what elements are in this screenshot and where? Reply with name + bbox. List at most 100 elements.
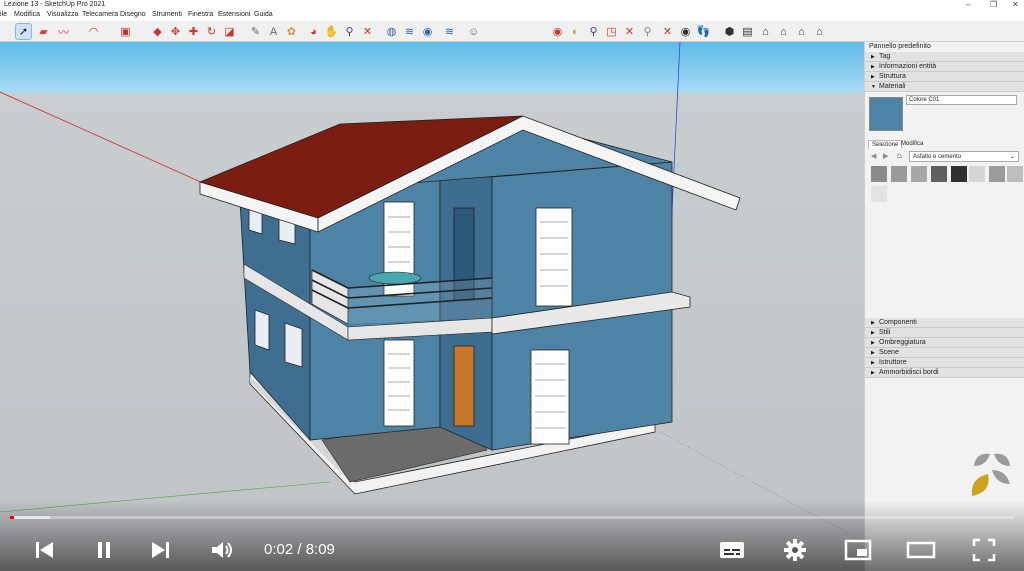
menu-disegno[interactable]: Disegno — [120, 11, 146, 18]
settings-button[interactable] — [779, 534, 811, 566]
menu-guida[interactable]: Guida — [254, 11, 273, 18]
time-display: 0:02 / 8:09 — [264, 541, 335, 558]
arc-tool-icon[interactable]: ◠ — [86, 24, 101, 39]
section-label: Materiali — [879, 83, 906, 90]
orbit-view-icon[interactable]: ◐ — [568, 24, 583, 39]
section-materials[interactable]: ▼ Materiali — [865, 82, 1024, 92]
zoom-window-icon[interactable]: ◳ — [604, 24, 619, 39]
tray-title: Pannello predefinito — [865, 42, 1024, 52]
layout-send-icon[interactable]: ◉ — [420, 24, 435, 39]
material-swatch[interactable] — [951, 166, 967, 182]
material-swatch[interactable] — [1007, 166, 1023, 182]
pushpull-tool-icon[interactable]: ◆ — [150, 24, 165, 39]
material-swatch[interactable] — [891, 166, 907, 182]
minimize-icon[interactable]: – — [966, 0, 970, 9]
left-view-icon[interactable]: ⌂ — [812, 24, 827, 39]
progress-buffered — [10, 516, 51, 519]
material-swatch[interactable] — [871, 186, 887, 202]
select-tool-icon[interactable]: ➚ — [15, 23, 32, 40]
walk-icon[interactable]: 👣 — [696, 24, 711, 39]
section-styles[interactable]: ▶ Stili — [865, 328, 1024, 338]
user-account-icon[interactable]: ☺ — [466, 24, 481, 39]
rotate-tool-icon[interactable]: ↻ — [204, 24, 219, 39]
move-tool-icon[interactable]: ✥ — [168, 24, 183, 39]
previous-view-icon[interactable]: ⚲ — [640, 24, 655, 39]
pan-tool-icon[interactable]: ✋ — [324, 24, 339, 39]
scale-tool-icon[interactable]: ◪ — [222, 24, 237, 39]
menu-telecamera[interactable]: Telecamera — [82, 11, 118, 18]
theater-mode-button[interactable] — [905, 534, 937, 566]
library-select[interactable]: Asfalto e cemento ⌄ — [909, 151, 1019, 162]
shape-tool-icon[interactable]: ▣ — [118, 24, 133, 39]
section-label: Informazioni entità — [879, 63, 937, 70]
menu-strumenti[interactable]: Strumenti — [152, 11, 182, 18]
material-swatch[interactable] — [969, 166, 985, 182]
menu-finestra[interactable]: Finestra — [188, 11, 213, 18]
section-shadows[interactable]: ▶ Ombreggiatura — [865, 338, 1024, 348]
material-swatch[interactable] — [931, 166, 947, 182]
warehouse-tool-icon[interactable]: ◍ — [384, 24, 399, 39]
paint-tool-icon[interactable]: ✿ — [284, 24, 299, 39]
previous-video-button[interactable] — [28, 534, 60, 566]
next-video-button[interactable] — [145, 534, 177, 566]
menu-visualizza[interactable]: Visualizza — [47, 11, 78, 18]
eraser-tool-icon[interactable]: ▰ — [36, 24, 51, 39]
section-scenes[interactable]: ▶ Scene — [865, 348, 1024, 358]
top-view-icon[interactable]: ▤ — [740, 24, 755, 39]
section-plane-icon[interactable]: ◉ — [550, 24, 565, 39]
section-components[interactable]: ▶ Componenti — [865, 318, 1024, 328]
subtitles-button[interactable] — [716, 534, 748, 566]
right-view-icon[interactable]: ⌂ — [776, 24, 791, 39]
iso-view-icon[interactable]: ⬢ — [722, 24, 737, 39]
text-tool-icon[interactable]: A — [266, 24, 281, 39]
look-around-icon[interactable]: ◉ — [678, 24, 693, 39]
progress-bar[interactable] — [10, 516, 1014, 519]
followme-tool-icon[interactable]: ✚ — [186, 24, 201, 39]
section-label: Ammorbidisci bordi — [879, 369, 939, 376]
restore-icon[interactable]: ❐ — [990, 0, 997, 9]
zoom-view-icon[interactable]: ⚲ — [586, 24, 601, 39]
menu-bar: ile Modifica Visualizza Telecamera Diseg… — [0, 10, 1024, 21]
channel-logo — [971, 453, 1010, 496]
mute-button[interactable] — [207, 534, 239, 566]
forward-arrow-icon[interactable]: ▶ — [883, 152, 888, 160]
material-swatch[interactable] — [871, 166, 887, 182]
model-viewport[interactable] — [0, 42, 864, 571]
section-soften-edges[interactable]: ▶ Ammorbidisci bordi — [865, 368, 1024, 378]
tape-tool-icon[interactable]: ✎ — [248, 24, 263, 39]
section-instructor[interactable]: ▶ Istruttore — [865, 358, 1024, 368]
skip-back-icon — [36, 542, 53, 558]
section-tag[interactable]: ▶ Tag — [865, 52, 1024, 62]
gear-icon — [784, 539, 806, 561]
tab-edit[interactable]: Modifica — [898, 140, 926, 149]
pause-button[interactable] — [88, 534, 120, 566]
back-view-icon[interactable]: ⌂ — [794, 24, 809, 39]
miniplayer-button[interactable] — [842, 534, 874, 566]
material-name-field[interactable]: Colore C01 — [906, 95, 1017, 105]
position-camera-icon[interactable]: ✕ — [660, 24, 675, 39]
skip-forward-icon — [152, 542, 169, 558]
section-outliner[interactable]: ▶ Struttura — [865, 72, 1024, 82]
menu-estensioni[interactable]: Estensioni — [218, 11, 250, 18]
arrow-down-icon: ▼ — [871, 84, 876, 90]
arrow-right-icon: ▶ — [871, 330, 875, 336]
extension-warehouse-icon[interactable]: ≋ — [402, 24, 417, 39]
close-icon[interactable]: ✕ — [1012, 0, 1019, 9]
orbit-tool-icon[interactable]: ◕ — [306, 24, 321, 39]
section-entity-info[interactable]: ▶ Informazioni entità — [865, 62, 1024, 72]
material-swatch[interactable] — [911, 166, 927, 182]
fullscreen-button[interactable] — [968, 534, 1000, 566]
zoom-extents-view-icon[interactable]: ✕ — [622, 24, 637, 39]
menu-modifica[interactable]: Modifica — [14, 11, 40, 18]
line-tool-icon[interactable]: 〰 — [56, 24, 71, 39]
arrow-right-icon: ▶ — [871, 350, 875, 356]
section-label: Componenti — [879, 319, 917, 326]
front-view-icon[interactable]: ⌂ — [758, 24, 773, 39]
material-swatch[interactable] — [989, 166, 1005, 182]
menu-file[interactable]: ile — [0, 11, 7, 18]
zoom-tool-icon[interactable]: ⚲ — [342, 24, 357, 39]
zoom-extents-tool-icon[interactable]: ✕ — [360, 24, 375, 39]
home-icon[interactable]: ⌂ — [897, 151, 902, 160]
components-icon[interactable]: ≋ — [442, 24, 457, 39]
back-arrow-icon[interactable]: ◀ — [871, 152, 876, 160]
